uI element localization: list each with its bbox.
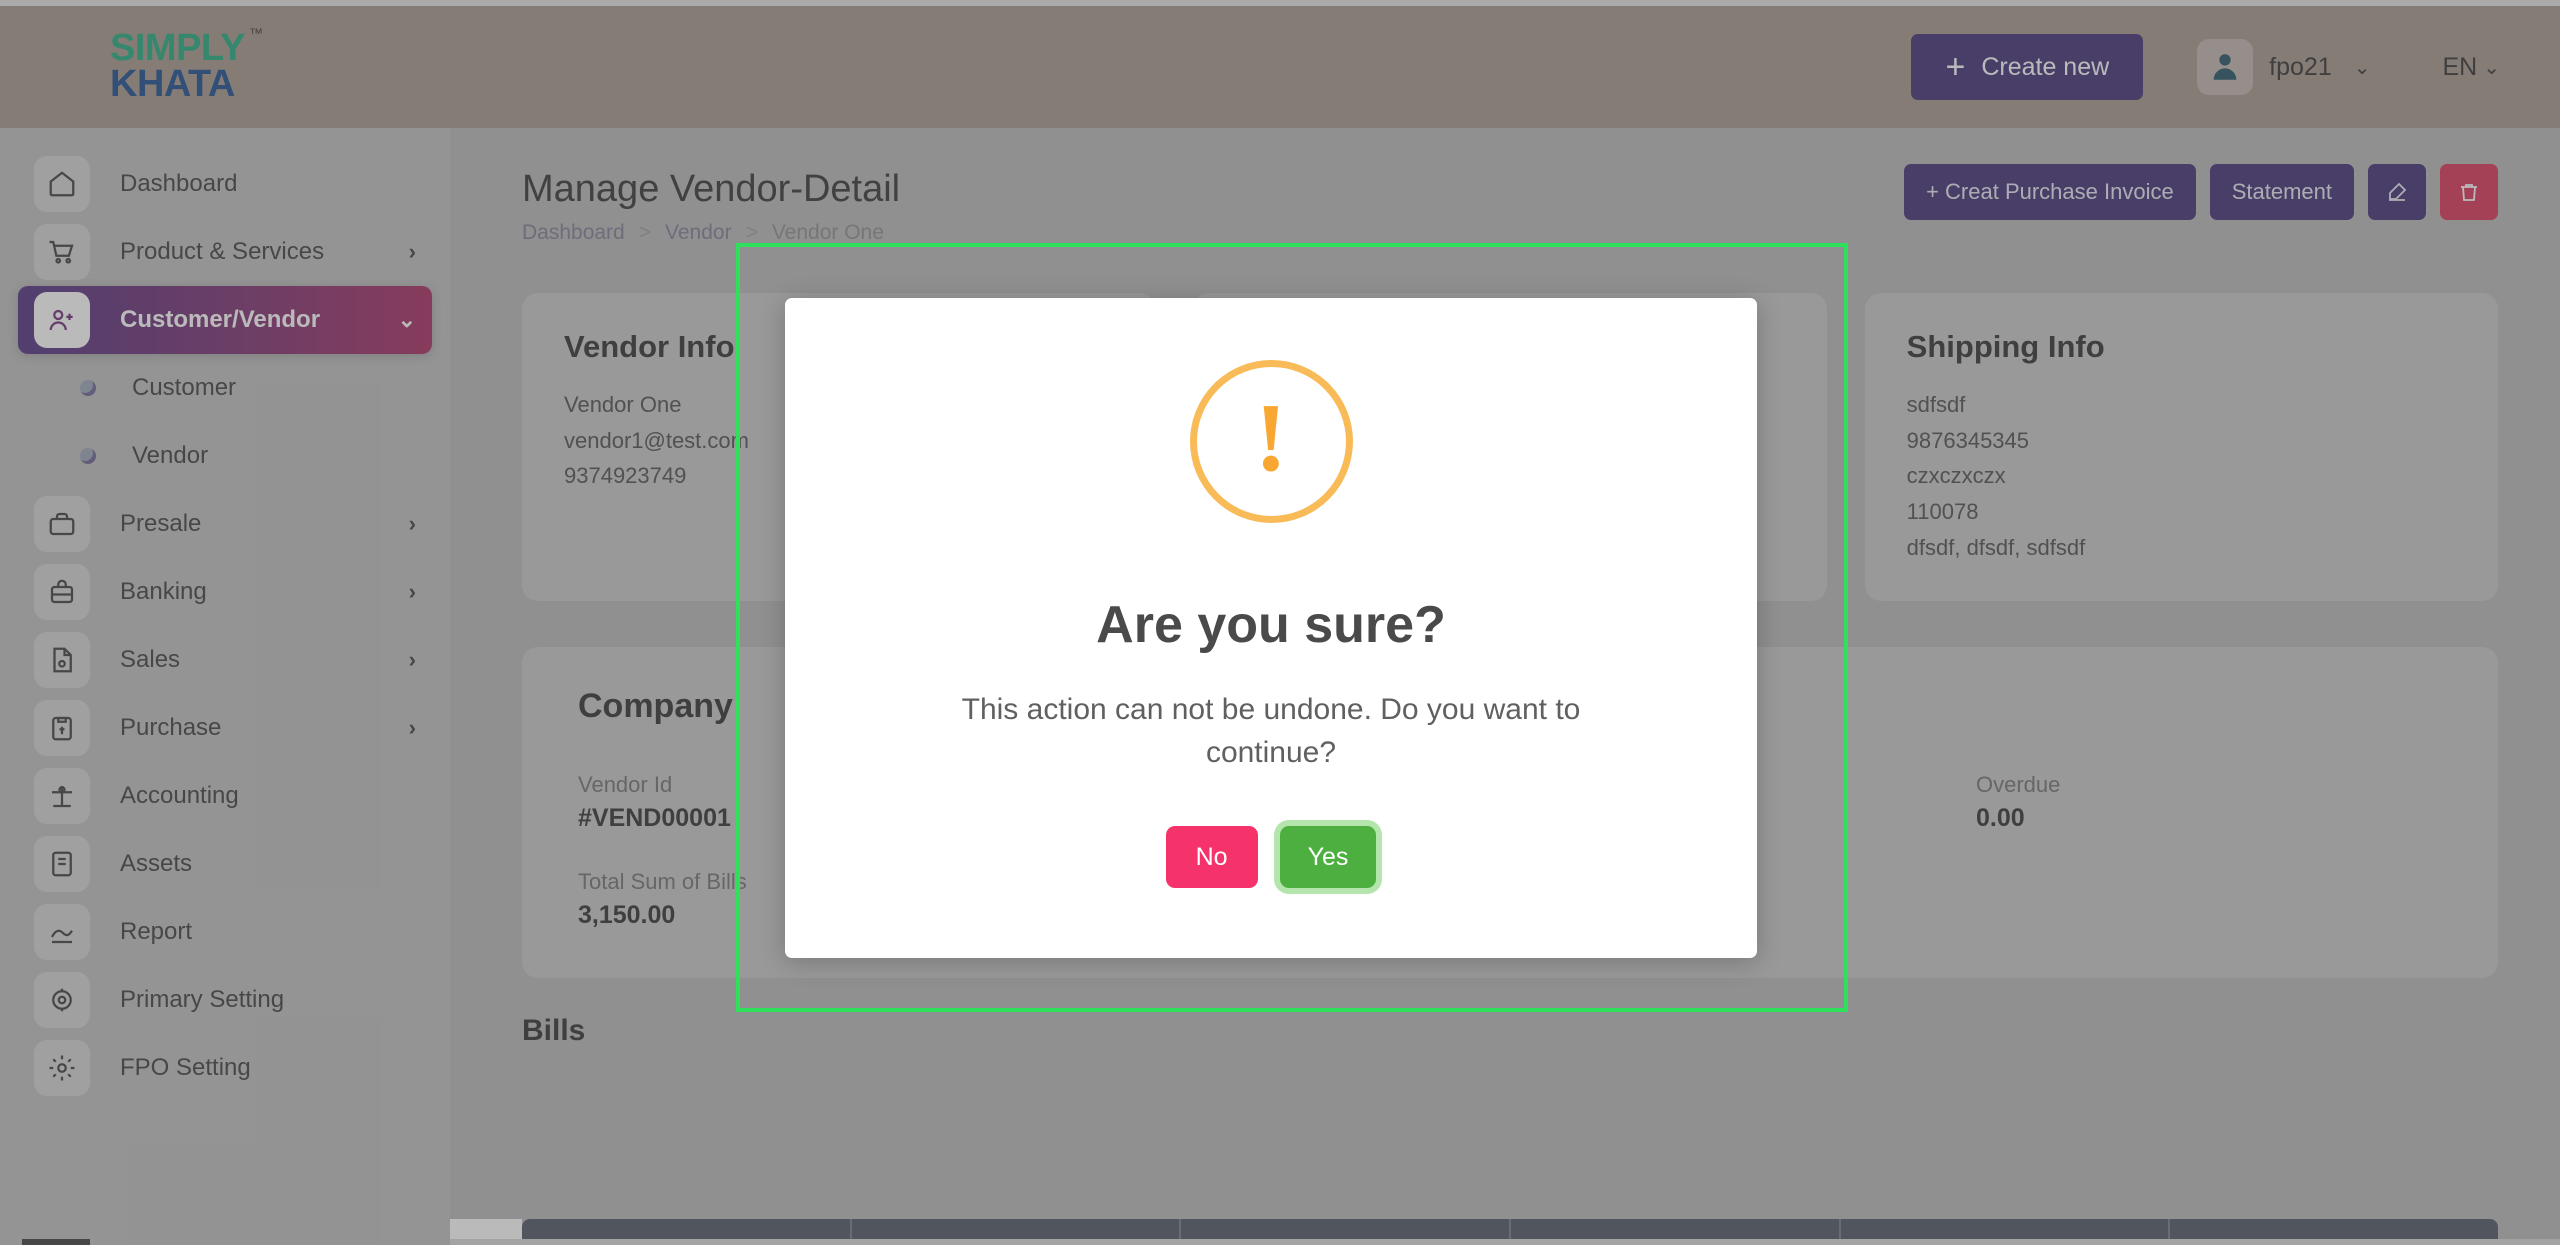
dialog-no-button[interactable]: No [1165, 826, 1258, 889]
dialog-title: Are you sure? [1096, 596, 1446, 654]
warning-exclamation-icon: ! [1189, 360, 1353, 523]
confirm-delete-dialog: ! Are you sure? This action can not be u… [785, 298, 1757, 958]
dialog-body-text: This action can not be undone. Do you wa… [961, 693, 1581, 769]
dialog-action-group: No Yes [1165, 826, 1377, 889]
dialog-yes-button[interactable]: Yes [1279, 826, 1377, 889]
app-root: SIMPLY KHATA ™ + Create new fpo21 ⌄ EN ⌄… [0, 0, 2560, 1245]
exclamation-glyph: ! [1254, 383, 1288, 492]
